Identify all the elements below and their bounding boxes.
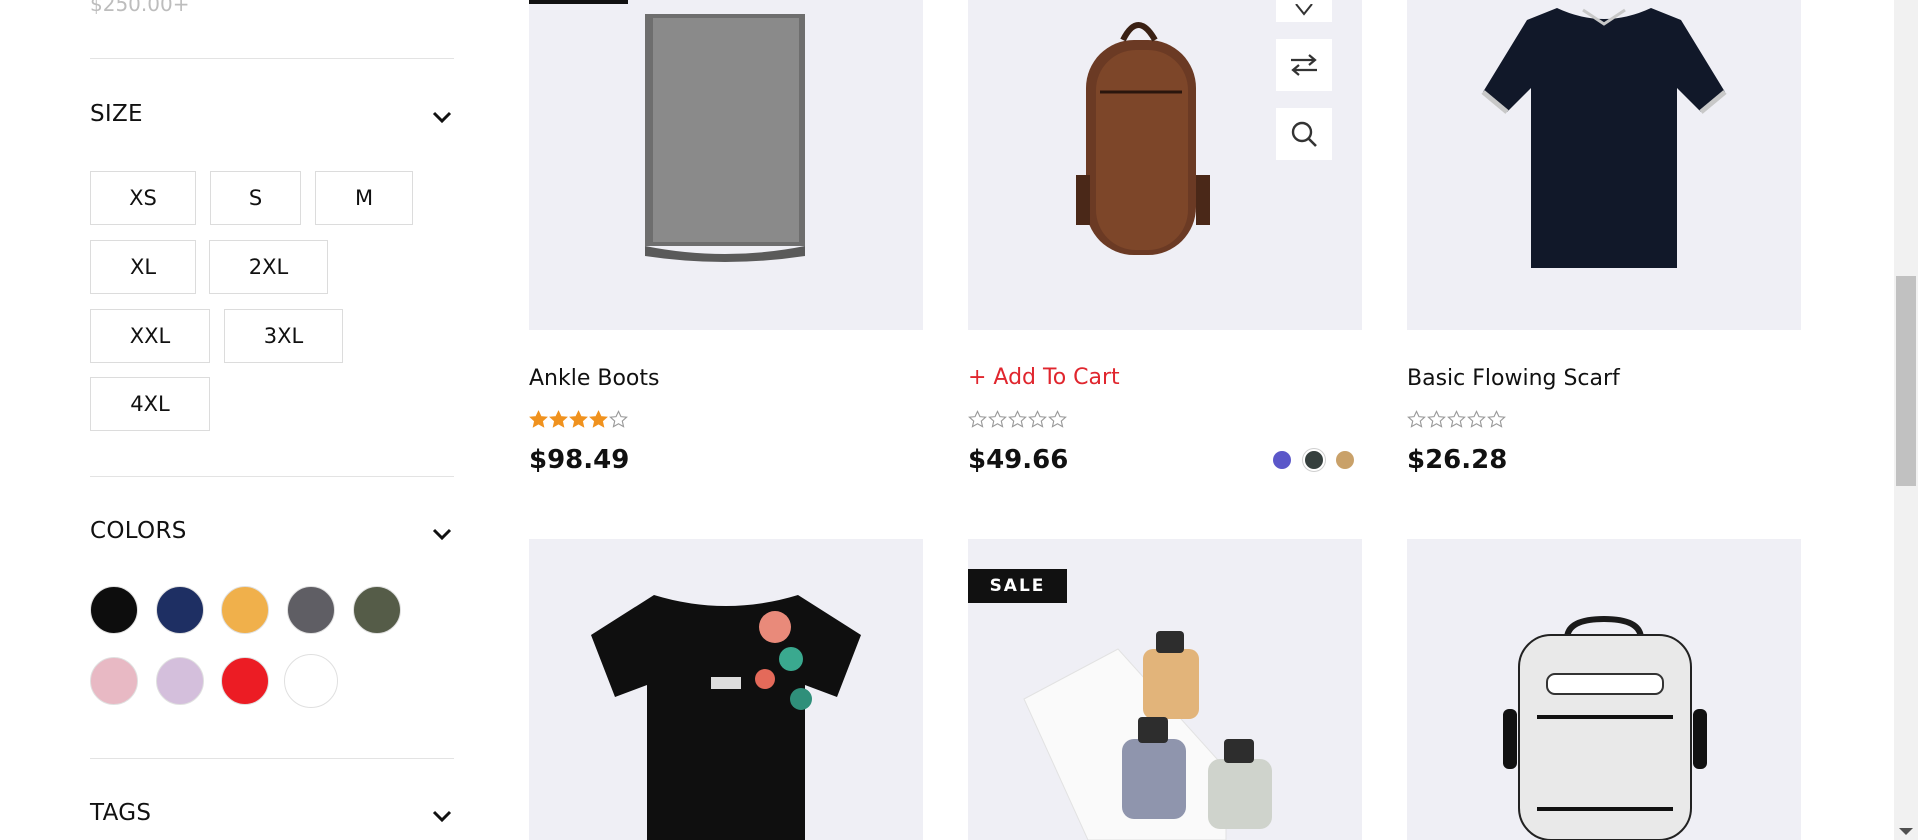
product-image[interactable] — [529, 539, 923, 840]
size-option-2xl[interactable]: 2XL — [209, 240, 328, 294]
color-swatch-gray[interactable] — [287, 586, 335, 634]
tshirt-image — [591, 595, 861, 840]
divider — [90, 758, 454, 759]
star-empty-icon — [1048, 410, 1067, 428]
size-option-xxl[interactable]: XXL — [90, 309, 210, 363]
star-empty-icon — [1008, 410, 1027, 428]
heart-icon — [1295, 4, 1313, 16]
color-swatch-orange[interactable] — [221, 586, 269, 634]
product-title[interactable]: Ankle Boots — [529, 366, 659, 391]
polo-shirt-image — [1481, 8, 1727, 268]
rating-stars — [529, 410, 628, 430]
star-filled-icon — [569, 410, 588, 428]
add-to-cart-link[interactable]: + Add To Cart — [968, 365, 1120, 390]
star-empty-icon — [1427, 410, 1446, 428]
compare-arrows-icon — [1291, 54, 1317, 76]
color-option-tan[interactable] — [1336, 451, 1354, 469]
color-swatch-olive[interactable] — [353, 586, 401, 634]
color-option-dark-gray[interactable] — [1303, 449, 1325, 471]
badge-edge — [529, 0, 628, 4]
chevron-down-icon[interactable] — [430, 522, 454, 546]
wishlist-button[interactable] — [1276, 0, 1332, 22]
star-empty-icon — [1487, 410, 1506, 428]
colors-section-header[interactable]: COLORS — [90, 518, 454, 548]
rating-stars — [968, 410, 1067, 430]
price-range-option[interactable]: $250.00+ — [90, 0, 189, 16]
rating-stars — [1407, 410, 1506, 430]
search-icon — [1291, 121, 1317, 147]
product-image[interactable] — [1407, 539, 1801, 840]
chevron-down-icon[interactable] — [430, 105, 454, 129]
product-price: $49.66 — [968, 445, 1069, 475]
product-image[interactable] — [1407, 0, 1801, 330]
scroll-down-arrow-icon[interactable] — [1899, 828, 1913, 835]
star-filled-icon — [589, 410, 608, 428]
sale-badge: SALE — [968, 569, 1067, 603]
divider — [90, 476, 454, 477]
star-empty-icon — [1467, 410, 1486, 428]
size-option-xl[interactable]: XL — [90, 240, 196, 294]
divider — [90, 58, 454, 59]
size-option-3xl[interactable]: 3XL — [224, 309, 343, 363]
star-filled-icon — [549, 410, 568, 428]
star-empty-icon — [988, 410, 1007, 428]
star-empty-icon — [609, 410, 628, 428]
size-option-s[interactable]: S — [210, 171, 301, 225]
product-image[interactable] — [529, 0, 923, 330]
star-empty-icon — [1407, 410, 1426, 428]
product-price: $98.49 — [529, 445, 630, 475]
color-swatch-white[interactable] — [284, 654, 338, 708]
size-section-header[interactable]: SIZE — [90, 101, 454, 131]
size-option-xs[interactable]: XS — [90, 171, 196, 225]
tags-section-header[interactable]: TAGS — [90, 800, 454, 830]
color-swatch-red[interactable] — [221, 657, 269, 705]
scarf-image — [645, 14, 805, 262]
white-backpack-image — [1503, 615, 1707, 840]
star-empty-icon — [968, 410, 987, 428]
star-empty-icon — [1028, 410, 1047, 428]
chevron-down-icon[interactable] — [430, 804, 454, 828]
color-swatch-lavender[interactable] — [156, 657, 204, 705]
size-section-title: SIZE — [90, 101, 143, 127]
colors-section-title: COLORS — [90, 518, 187, 544]
color-option-blue[interactable] — [1273, 451, 1291, 469]
compare-button[interactable] — [1276, 39, 1332, 91]
size-option-4xl[interactable]: 4XL — [90, 377, 210, 431]
quick-view-button[interactable] — [1276, 108, 1332, 160]
color-swatch-navy[interactable] — [156, 586, 204, 634]
star-empty-icon — [1447, 410, 1466, 428]
product-price: $26.28 — [1407, 445, 1508, 475]
size-option-m[interactable]: M — [315, 171, 413, 225]
color-swatch-pink[interactable] — [90, 657, 138, 705]
star-filled-icon — [529, 410, 548, 428]
filter-sidebar: $250.00+ SIZE XS S M XL 2XL XXL 3XL 4XL … — [90, 0, 454, 840]
product-title[interactable]: Basic Flowing Scarf — [1407, 366, 1620, 391]
color-swatch-black[interactable] — [90, 586, 138, 634]
scrollbar-thumb[interactable] — [1896, 276, 1916, 486]
tags-section-title: TAGS — [90, 800, 152, 826]
